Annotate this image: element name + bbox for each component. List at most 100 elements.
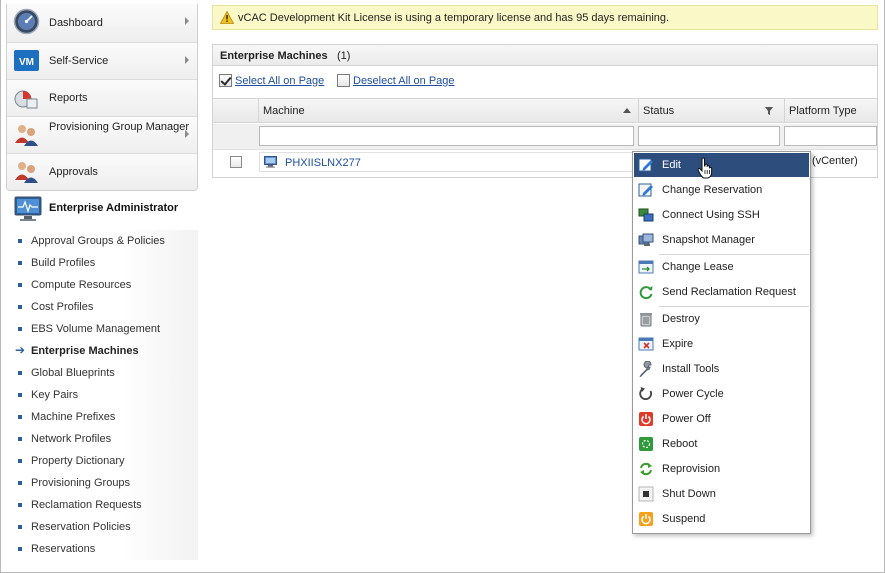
filter-icon[interactable] (765, 107, 773, 115)
column-header-platform-type[interactable]: Platform Type (784, 99, 877, 122)
menu-item-install-tools[interactable]: Install Tools (634, 357, 809, 381)
nav-dashboard[interactable]: Dashboard (7, 4, 197, 42)
menu-item-power-cycle[interactable]: Power Cycle (634, 382, 809, 406)
sub-item-ebs-volume-management[interactable]: EBS Volume Management (6, 318, 198, 340)
expire-icon (638, 337, 654, 351)
sub-item-approval-groups-policies[interactable]: Approval Groups & Policies (6, 230, 198, 252)
status-filter-input[interactable] (638, 126, 780, 146)
menu-item-change-lease[interactable]: Change Lease (634, 255, 809, 279)
chevron-right-icon (185, 17, 189, 25)
sort-ascending-icon (623, 108, 631, 113)
reports-icon (14, 90, 38, 109)
menu-item-snapshot-manager[interactable]: Snapshot Manager (634, 228, 809, 252)
sub-item-reservation-policies[interactable]: Reservation Policies (6, 516, 198, 538)
power-off-icon (639, 412, 653, 426)
menu-item-edit[interactable]: Edit (634, 153, 809, 177)
sub-item-machine-prefixes[interactable]: Machine Prefixes (6, 406, 198, 428)
column-header-machine[interactable]: Machine (258, 99, 637, 122)
menu-item-label: Change Lease (662, 261, 734, 273)
menu-item-connect-using-ssh[interactable]: Connect Using SSH (634, 203, 809, 227)
menu-item-expire[interactable]: Expire (634, 332, 809, 356)
nav-approvals[interactable]: Approvals (7, 153, 197, 190)
menu-item-label: Install Tools (662, 363, 720, 375)
reprovision-icon (640, 462, 652, 476)
menu-item-label: Edit (662, 159, 681, 171)
menu-item-label: Suspend (662, 513, 706, 525)
warning-icon (220, 11, 234, 24)
sub-item-compute-resources[interactable]: Compute Resources (6, 274, 198, 296)
sub-item-cost-profiles[interactable]: Cost Profiles (6, 296, 198, 318)
machine-name-link[interactable]: PHXIISLNX277 (285, 157, 361, 169)
context-menu: Edit Change Reservation Connect Using SS… (632, 151, 811, 534)
enterprise-administrator-header[interactable]: Enterprise Administrator (6, 191, 198, 229)
main-nav: Dashboard VM Self-Service Reports Provis… (6, 4, 198, 191)
menu-item-label: Change Reservation (662, 184, 763, 196)
menu-item-change-reservation[interactable]: Change Reservation (634, 178, 809, 202)
edit-icon (638, 158, 653, 172)
dashboard-gauge-icon (13, 8, 40, 35)
sub-item-reclamation-requests[interactable]: Reclamation Requests (6, 494, 198, 516)
bullet-icon (18, 371, 22, 375)
machine-filter-input[interactable] (259, 126, 634, 146)
nav-self-service[interactable]: VM Self-Service (7, 42, 197, 79)
arrow-right-icon: ➔ (15, 343, 26, 357)
nav-approvals-label: Approvals (49, 165, 98, 178)
sub-item-provisioning-groups[interactable]: Provisioning Groups (6, 472, 198, 494)
bullet-icon (18, 459, 22, 463)
deselect-all-label: Deselect All on Page (353, 74, 455, 87)
bullet-icon (18, 481, 22, 485)
bullet-icon (18, 415, 22, 419)
sub-item-enterprise-machines[interactable]: ➔ Enterprise Machines (6, 340, 198, 362)
menu-item-send-reclamation-request[interactable]: Send Reclamation Request (634, 280, 809, 304)
menu-item-power-off[interactable]: Power Off (634, 407, 809, 431)
sub-item-key-pairs[interactable]: Key Pairs (6, 384, 198, 406)
menu-item-reprovision[interactable]: Reprovision (634, 457, 809, 481)
power-cycle-icon (639, 387, 652, 401)
nav-provisioning-group-manager[interactable]: Provisioning Group Manager (7, 116, 197, 153)
menu-item-label: Reprovision (662, 463, 721, 475)
nav-dashboard-label: Dashboard (49, 16, 103, 29)
select-all-button[interactable]: Select All on Page (219, 74, 324, 87)
admin-sub-menu: Approval Groups & Policies Build Profile… (6, 230, 198, 560)
bullet-icon (18, 437, 22, 441)
sub-item-label: Property Dictionary (31, 455, 125, 467)
menu-item-suspend[interactable]: Suspend (634, 507, 809, 531)
sub-item-property-dictionary[interactable]: Property Dictionary (6, 450, 198, 472)
bullet-icon (18, 283, 22, 287)
change-lease-icon (638, 260, 654, 274)
sub-item-network-profiles[interactable]: Network Profiles (6, 428, 198, 450)
sub-item-reservations[interactable]: Reservations (6, 538, 198, 560)
suspend-icon (639, 512, 653, 526)
menu-item-shut-down[interactable]: Shut Down (634, 482, 809, 506)
nav-reports[interactable]: Reports (7, 79, 197, 116)
license-warning-bar: vCAC Development Kit License is using a … (212, 5, 878, 30)
sub-item-label: Enterprise Machines (31, 345, 139, 357)
sub-item-label: Global Blueprints (31, 367, 115, 379)
menu-item-label: Expire (662, 338, 694, 350)
menu-item-label: Power Cycle (662, 388, 724, 400)
chevron-right-icon (185, 56, 189, 64)
deselect-all-button[interactable]: Deselect All on Page (337, 74, 455, 87)
column-header-status[interactable]: Status (638, 99, 784, 122)
sub-item-label: Reservation Policies (31, 521, 131, 533)
grid-header: Machine Status Platform Type (213, 98, 877, 123)
platform-filter-input[interactable] (784, 126, 877, 146)
monitor-icon (14, 196, 42, 221)
bullet-icon (18, 393, 22, 397)
sub-item-build-profiles[interactable]: Build Profiles (6, 252, 198, 274)
trash-icon (640, 313, 652, 327)
panel-header: Enterprise Machines (1) (213, 45, 877, 66)
nav-provisioning-group-manager-label: Provisioning Group Manager (49, 121, 190, 133)
selection-toolbar: Select All on Page Deselect All on Page (213, 67, 877, 97)
nav-reports-label: Reports (49, 91, 88, 104)
filter-row (213, 124, 877, 150)
panel-title: Enterprise Machines (220, 50, 328, 62)
sub-item-label: Approval Groups & Policies (31, 235, 165, 247)
menu-item-reboot[interactable]: Reboot (634, 432, 809, 456)
ssh-terminal-icon (638, 208, 654, 222)
menu-item-destroy[interactable]: Destroy (634, 307, 809, 331)
sub-item-global-blueprints[interactable]: Global Blueprints (6, 362, 198, 384)
sub-item-label: Reservations (31, 543, 96, 555)
row-checkbox[interactable] (230, 156, 242, 168)
sub-item-label: Cost Profiles (31, 301, 94, 313)
